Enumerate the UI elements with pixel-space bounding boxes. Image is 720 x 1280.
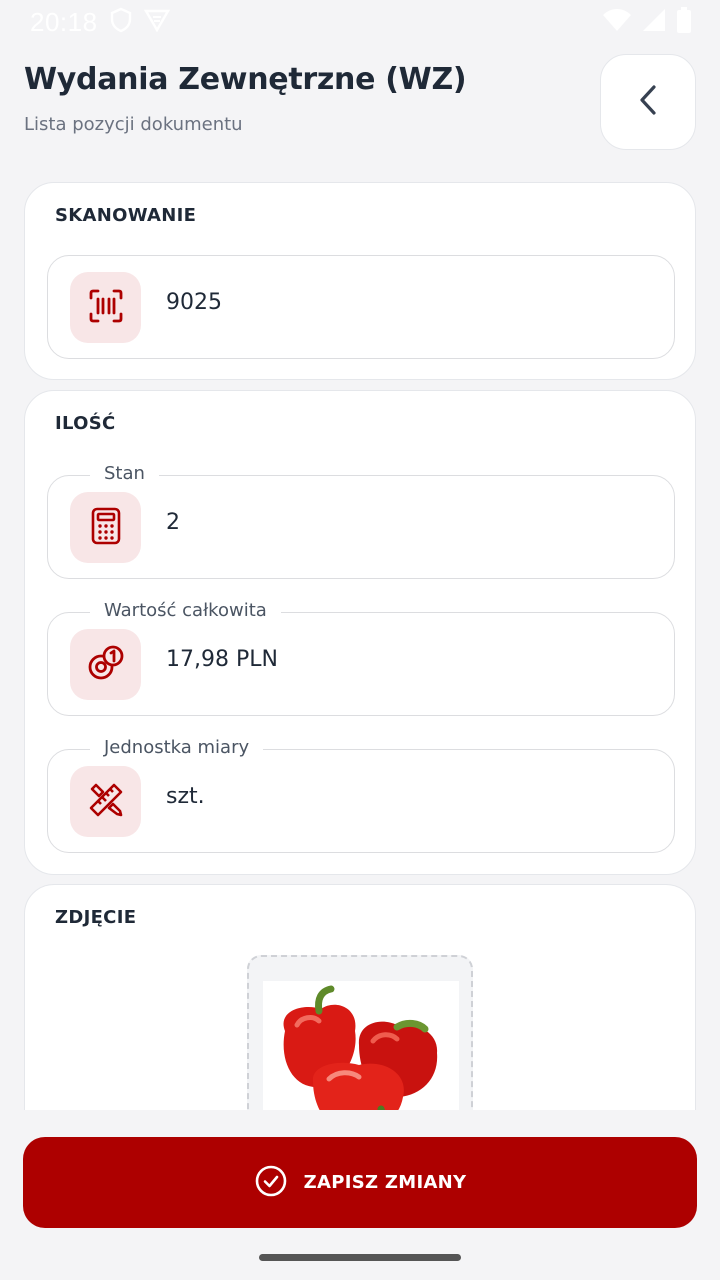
home-indicator[interactable] — [259, 1254, 461, 1261]
stock-field[interactable]: Stan 2 — [47, 463, 675, 579]
page-subtitle: Lista pozycji dokumentu — [24, 114, 243, 135]
total-value-field[interactable]: Wartość całkowita 17,98 PLN — [47, 600, 675, 716]
photo-section-title: ZDJĘCIE — [55, 907, 137, 928]
quantity-card: ILOŚĆ Stan 2 Wartość całkowita 17,98 PLN… — [24, 390, 696, 875]
page-title: Wydania Zewnętrzne (WZ) — [24, 62, 467, 97]
status-time: 20:18 — [30, 6, 98, 37]
unit-icon-box — [70, 766, 141, 837]
wifi-icon — [602, 8, 632, 36]
scan-card: SKANOWANIE 9025 — [24, 182, 696, 380]
total-value-field-label: Wartość całkowita — [90, 600, 281, 621]
scan-section-title: SKANOWANIE — [55, 205, 197, 226]
scan-field[interactable]: 9025 — [47, 255, 675, 359]
stock-icon-box — [70, 492, 141, 563]
photo-frame[interactable] — [247, 955, 473, 1125]
stock-value[interactable]: 2 — [166, 510, 180, 535]
unit-field[interactable]: Jednostka miary szt. — [47, 737, 675, 853]
status-right — [602, 7, 692, 37]
unit-field-label: Jednostka miary — [90, 737, 264, 758]
save-changes-label: ZAPISZ ZMIANY — [303, 1172, 467, 1193]
status-left: 20:18 — [30, 7, 170, 38]
save-changes-button[interactable]: ZAPISZ ZMIANY — [23, 1137, 697, 1228]
app-icon — [143, 8, 170, 36]
quantity-section-title: ILOŚĆ — [55, 413, 116, 434]
status-bar: 20:18 — [0, 0, 720, 44]
stock-field-label: Stan — [90, 463, 159, 484]
total-value-icon-box — [70, 629, 141, 700]
red-bell-peppers-photo — [283, 985, 438, 1123]
chevron-left-icon — [637, 84, 659, 120]
total-value-value[interactable]: 17,98 PLN — [166, 647, 278, 672]
coins-icon — [87, 645, 125, 685]
product-photo — [263, 981, 459, 1123]
barcode-scan-icon — [88, 288, 124, 328]
signal-icon — [642, 8, 666, 36]
unit-value[interactable]: szt. — [166, 784, 205, 809]
calculator-icon — [89, 507, 123, 549]
shield-icon — [110, 7, 132, 37]
check-circle-icon — [254, 1164, 288, 1202]
battery-icon — [676, 7, 692, 37]
scan-value[interactable]: 9025 — [166, 290, 222, 315]
header: Wydania Zewnętrzne (WZ) Lista pozycji do… — [24, 54, 696, 154]
back-button[interactable] — [600, 54, 696, 150]
ruler-pencil-icon — [87, 781, 125, 823]
scan-icon-box[interactable] — [70, 272, 141, 343]
